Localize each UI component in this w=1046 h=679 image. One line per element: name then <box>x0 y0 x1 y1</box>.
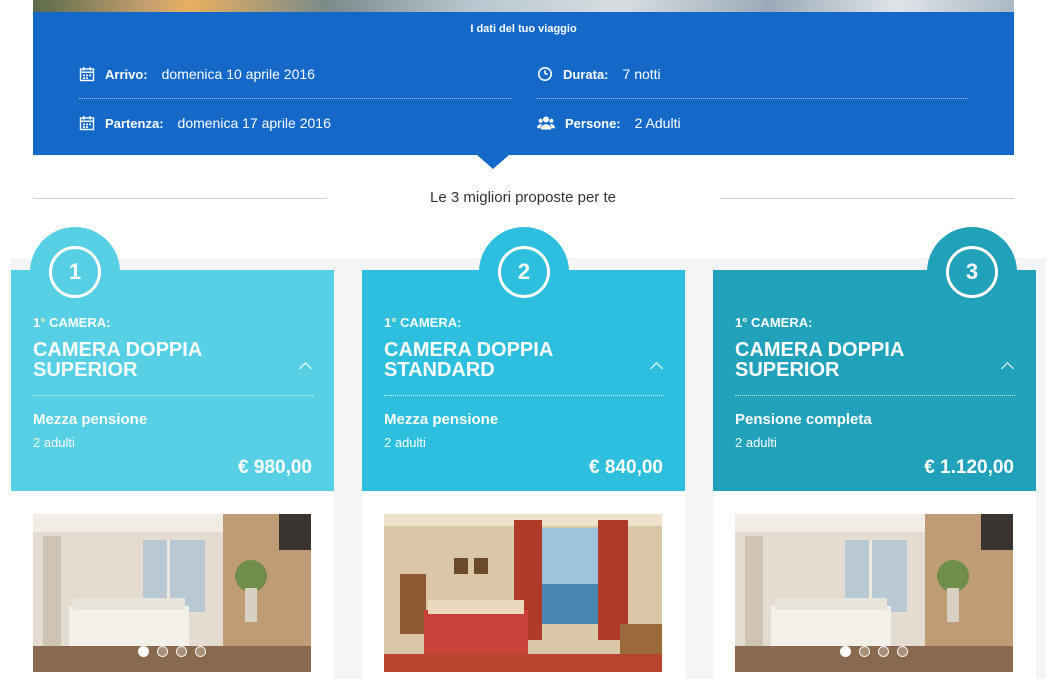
rank-number: 1 <box>49 246 101 298</box>
board-type: Mezza pensione <box>33 411 148 428</box>
rank-number: 2 <box>498 246 550 298</box>
people-icon <box>537 116 555 130</box>
room-name: CAMERA DOPPIA SUPERIOR <box>33 339 202 381</box>
offer-price: € 980,00 <box>238 457 312 478</box>
room-photo-image <box>384 514 662 672</box>
carousel-dot[interactable] <box>138 646 149 657</box>
offer-card-3[interactable]: 3 1° CAMERA: CAMERA DOPPIA SUPERIOR Pens… <box>713 227 1036 679</box>
rank-number: 3 <box>946 246 998 298</box>
chevron-up-icon[interactable] <box>650 362 663 375</box>
duration-label: Durata: <box>563 66 609 82</box>
trip-summary-title: I dati del tuo viaggio <box>470 23 577 35</box>
guests-row: Persone: 2 Adulti <box>537 115 681 131</box>
calendar-icon <box>79 67 95 82</box>
trip-divider <box>79 98 511 99</box>
offer-divider <box>735 395 1015 396</box>
carousel-dot[interactable] <box>878 646 889 657</box>
chevron-up-icon[interactable] <box>1001 362 1014 375</box>
photo-carousel-dots <box>735 646 1013 657</box>
carousel-dot[interactable] <box>897 646 908 657</box>
offer-header[interactable]: 2 1° CAMERA: CAMERA DOPPIA STANDARD Mezz… <box>362 227 685 491</box>
rank-badge: 1 <box>30 227 120 317</box>
arrival-label: Arrivo: <box>105 66 148 82</box>
trip-summary-panel: I dati del tuo viaggio Arrivo: domenica … <box>33 12 1014 155</box>
rank-badge: 3 <box>927 227 1017 317</box>
offer-price: € 840,00 <box>589 457 663 478</box>
departure-row: Partenza: domenica 17 aprile 2016 <box>79 115 331 131</box>
carousel-dot[interactable] <box>859 646 870 657</box>
carousel-dot[interactable] <box>840 646 851 657</box>
guests-label: Persone: <box>565 115 621 131</box>
carousel-dot[interactable] <box>195 646 206 657</box>
guests-count: 2 adulti <box>735 435 777 450</box>
offer-header[interactable]: 3 1° CAMERA: CAMERA DOPPIA SUPERIOR Pens… <box>713 227 1036 491</box>
departure-label: Partenza: <box>105 115 164 131</box>
room-photo[interactable] <box>384 514 662 672</box>
board-type: Mezza pensione <box>384 411 499 428</box>
clock-icon <box>538 67 552 81</box>
departure-value: domenica 17 aprile 2016 <box>177 115 331 131</box>
offer-header[interactable]: 1 1° CAMERA: CAMERA DOPPIA SUPERIOR Mezz… <box>11 227 334 491</box>
calendar-icon <box>79 116 95 131</box>
board-type: Pensione completa <box>735 411 872 428</box>
room-number-label: 1° CAMERA: <box>384 315 462 330</box>
carousel-dot[interactable] <box>157 646 168 657</box>
offer-card-1[interactable]: 1 1° CAMERA: CAMERA DOPPIA SUPERIOR Mezz… <box>11 227 334 679</box>
arrival-value: domenica 10 aprile 2016 <box>161 66 315 82</box>
rank-badge: 2 <box>479 227 569 317</box>
guests-value: 2 Adulti <box>634 115 681 131</box>
arrival-row: Arrivo: domenica 10 aprile 2016 <box>79 66 315 82</box>
offer-divider <box>33 395 313 396</box>
offers-heading: Le 3 migliori proposte per te <box>430 189 616 206</box>
offer-card-2[interactable]: 2 1° CAMERA: CAMERA DOPPIA STANDARD Mezz… <box>362 227 685 679</box>
chevron-up-icon[interactable] <box>299 362 312 375</box>
carousel-dot[interactable] <box>176 646 187 657</box>
photo-carousel-dots <box>33 646 311 657</box>
duration-row: Durata: 7 notti <box>537 66 661 82</box>
room-number-label: 1° CAMERA: <box>33 315 111 330</box>
guests-count: 2 adulti <box>384 435 426 450</box>
offer-price: € 1.120,00 <box>924 457 1014 478</box>
offer-divider <box>384 395 664 396</box>
hero-image-strip <box>33 0 1014 12</box>
trip-panel-pointer <box>477 155 509 169</box>
guests-count: 2 adulti <box>33 435 75 450</box>
trip-divider <box>537 98 968 99</box>
room-number-label: 1° CAMERA: <box>735 315 813 330</box>
duration-value: 7 notti <box>622 66 661 82</box>
room-photo[interactable] <box>33 514 311 672</box>
room-name: CAMERA DOPPIA SUPERIOR <box>735 339 904 381</box>
room-name: CAMERA DOPPIA STANDARD <box>384 339 553 381</box>
room-photo[interactable] <box>735 514 1013 672</box>
